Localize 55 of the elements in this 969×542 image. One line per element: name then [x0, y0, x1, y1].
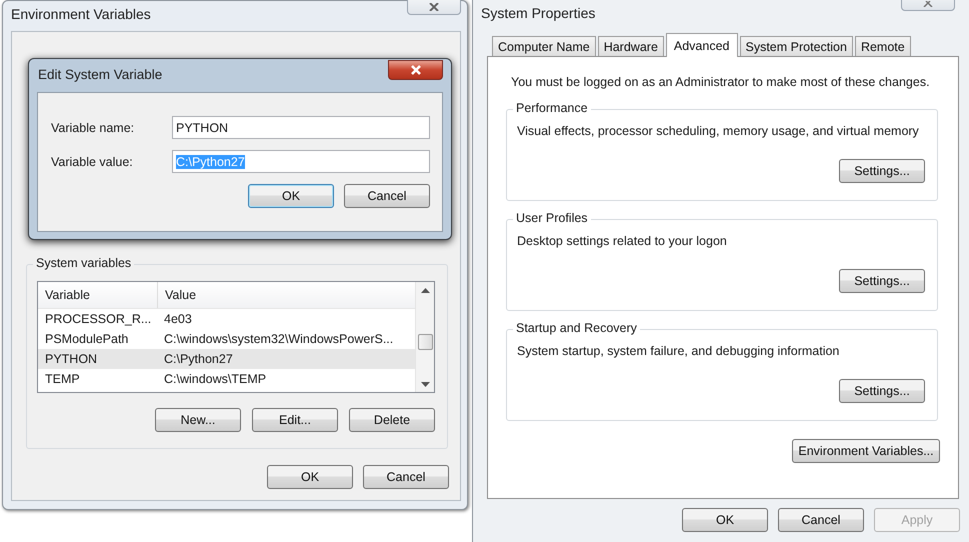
- notice-text: You must be logged on as an Administrator to make most of these changes.: [511, 75, 931, 89]
- group-description: Visual effects, processor scheduling, memory usage, and virtual memory: [517, 124, 920, 138]
- column-header[interactable]: Value: [158, 282, 196, 308]
- close-icon: [428, 3, 440, 11]
- field-label: Variable value:: [51, 154, 134, 168]
- scroll-up-icon[interactable]: [420, 288, 430, 294]
- variable-name: PSModulePath: [44, 332, 130, 346]
- variable-value: C:\windows\system32\WindowsPowerS...: [163, 332, 394, 346]
- dialog-button[interactable]: OK: [682, 508, 768, 532]
- column-header[interactable]: Variable: [38, 282, 158, 308]
- window-title: Environment Variables: [10, 5, 151, 22]
- environment-variables-button[interactable]: Environment Variables...: [792, 439, 940, 463]
- close-button[interactable]: [388, 60, 443, 80]
- variable-value: C:\Python27: [163, 352, 233, 366]
- variable-value: C:\windows\TEMP: [163, 372, 266, 386]
- action-button[interactable]: New...: [155, 408, 241, 432]
- variable-name: PYTHON: [44, 352, 98, 366]
- close-button[interactable]: [407, 0, 461, 15]
- dialog-button[interactable]: Cancel: [778, 508, 864, 532]
- settings-button[interactable]: Settings...: [839, 159, 925, 183]
- tab[interactable]: Advanced: [666, 33, 738, 57]
- scrollbar[interactable]: [415, 282, 434, 392]
- action-button[interactable]: Delete: [349, 408, 435, 432]
- dialog-button[interactable]: Cancel: [363, 465, 449, 489]
- input-field[interactable]: PYTHON: [172, 116, 430, 139]
- list-row[interactable]: PROCESSOR_R... 4e03: [38, 309, 415, 329]
- tab[interactable]: Computer Name: [492, 36, 596, 56]
- dialog-title: Edit System Variable: [37, 66, 162, 82]
- group-label: User Profiles: [513, 211, 591, 225]
- settings-button[interactable]: Settings...: [839, 269, 925, 293]
- settings-button[interactable]: Settings...: [839, 379, 925, 403]
- list-row[interactable]: TEMP C:\windows\TEMP: [38, 369, 415, 389]
- list-row[interactable]: PYTHON C:\Python27: [38, 349, 415, 369]
- dialog-button[interactable]: OK: [248, 184, 334, 208]
- action-button[interactable]: Edit...: [252, 408, 338, 432]
- variable-value: 4e03: [163, 312, 192, 326]
- group-label: Startup and Recovery: [513, 321, 640, 335]
- scroll-down-icon[interactable]: [420, 382, 430, 388]
- list-row[interactable]: PSModulePath C:\windows\system32\WindowsPowerS...: [38, 329, 415, 349]
- group-description: Desktop settings related to your logon: [517, 234, 728, 248]
- scrollbar-thumb[interactable]: [418, 334, 432, 350]
- tab[interactable]: Remote: [854, 36, 911, 56]
- close-icon: [922, 1, 934, 7]
- group-label: System variables: [33, 256, 134, 270]
- tab[interactable]: Hardware: [598, 36, 664, 56]
- field-label: Variable name:: [51, 120, 136, 134]
- window-title: System Properties: [480, 4, 596, 21]
- group-description: System startup, system failure, and debugging information: [517, 344, 840, 358]
- dialog-button[interactable]: OK: [267, 465, 353, 489]
- group-label: Performance: [513, 101, 591, 115]
- variable-name: TEMP: [44, 372, 81, 386]
- tab[interactable]: System Protection: [740, 36, 853, 56]
- close-icon: [410, 65, 422, 75]
- dialog-button[interactable]: Cancel: [344, 184, 430, 208]
- variable-name: PROCESSOR_R...: [44, 312, 152, 326]
